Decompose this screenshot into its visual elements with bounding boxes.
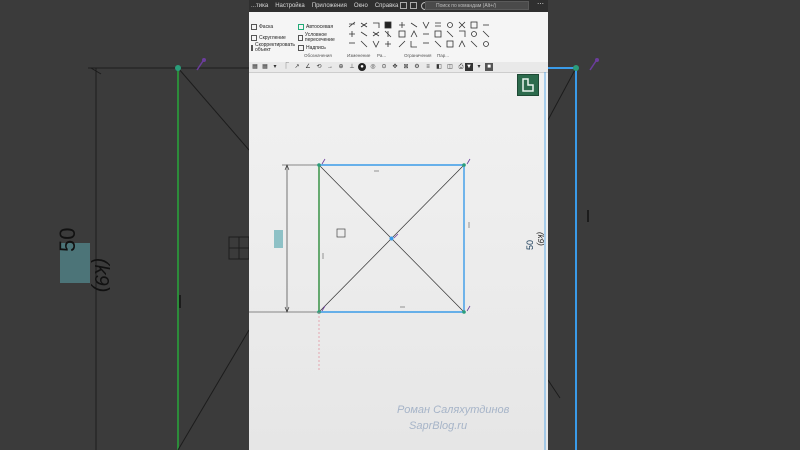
chamfer-button[interactable]: Фаска [251, 24, 273, 30]
cad-application-window: ...тика Настройка Приложения Окно Справк… [249, 0, 548, 450]
menu-item-settings[interactable]: Настройка [275, 3, 305, 9]
angle-icon[interactable]: ∠ [304, 63, 312, 71]
snap-icon[interactable]: ↗ [293, 63, 301, 71]
layers-icon[interactable]: ≡ [424, 63, 432, 71]
sketch-mode-badge[interactable] [517, 74, 539, 96]
group-label-dimensions: Ра... [377, 53, 387, 58]
auto-axis-button[interactable]: Автоосевая [298, 24, 333, 30]
style-icon[interactable]: ◫ [446, 63, 454, 71]
bg-dimension-value: 50 [55, 227, 80, 252]
label-button[interactable]: Надпись [298, 45, 326, 51]
sketch-icon [522, 78, 534, 92]
display-icon[interactable]: ◧ [435, 63, 443, 71]
watermark-author: Роман Саляхутдинов [397, 404, 510, 416]
group-label-params: Пар... [437, 53, 449, 58]
editing-tools-grid[interactable] [347, 21, 497, 53]
active-mode-icon[interactable]: ● [358, 63, 366, 71]
layout-icon[interactable] [400, 2, 407, 9]
arrow-icon[interactable]: → [326, 63, 334, 71]
intersection-icon [298, 35, 303, 41]
menu-bar: ...тика Настройка Приложения Окно Справк… [249, 0, 548, 12]
more-icon[interactable]: ⋯ [537, 0, 544, 8]
dimension-suffix: (k9) [536, 232, 545, 246]
axis-icon [298, 24, 304, 30]
select-icon[interactable]: ▦ [251, 63, 259, 71]
command-search-input[interactable]: Поиск по командам (Alt+/) [425, 1, 529, 10]
text-icon [298, 45, 304, 51]
group-label-constraints: Ограничения [404, 53, 432, 58]
adjust-icon [251, 45, 253, 51]
chamfer-icon [251, 24, 257, 30]
fillet-button[interactable]: Скругление [251, 35, 286, 41]
rotate-icon[interactable]: ⟲ [315, 63, 323, 71]
group-label-editing: Изменение [347, 53, 371, 58]
watermark-site: SaprBlog.ru [409, 420, 468, 432]
filter-icon[interactable]: ▼ [465, 63, 473, 71]
magnet-icon[interactable]: ⊕ [337, 63, 345, 71]
settings-icon[interactable]: ⚙ [413, 63, 421, 71]
zoom-icon[interactable]: ⊙ [380, 63, 388, 71]
conditional-intersection-button[interactable]: Условное пересечение [298, 33, 343, 43]
constraint-icon[interactable]: ⊥ [348, 63, 356, 71]
bg-dimension-suffix: (k9) [90, 258, 112, 293]
camera-icon[interactable] [410, 2, 417, 9]
adjust-object-button[interactable]: Скорректировать объект [251, 43, 295, 53]
line-icon[interactable]: ⎾ [282, 63, 290, 71]
menu-item-window[interactable]: Окно [354, 3, 368, 9]
grid-icon[interactable]: ▦ [261, 63, 269, 71]
mode-icon[interactable]: ■ [485, 63, 493, 71]
view-icon[interactable]: ⊠ [402, 63, 410, 71]
dropdown-icon[interactable]: ▾ [271, 63, 279, 71]
group-label-designations: Обозначения [304, 53, 332, 58]
print-icon[interactable]: ⎙ [457, 63, 465, 71]
target-icon[interactable]: ◎ [369, 63, 377, 71]
dimension-value[interactable]: 50 [525, 240, 535, 250]
ribbon-panel: Фаска Скругление Скорректировать объект … [249, 12, 548, 63]
menu-item-applications[interactable]: Приложения [312, 3, 347, 9]
pan-icon[interactable]: ✥ [391, 63, 399, 71]
drawing-canvas[interactable] [249, 72, 548, 450]
arrow-down-icon[interactable]: ▾ [475, 63, 483, 71]
menu-item-tools[interactable]: ...тика [251, 3, 268, 9]
fillet-icon [251, 35, 257, 41]
menu-item-help[interactable]: Справка [375, 3, 399, 9]
